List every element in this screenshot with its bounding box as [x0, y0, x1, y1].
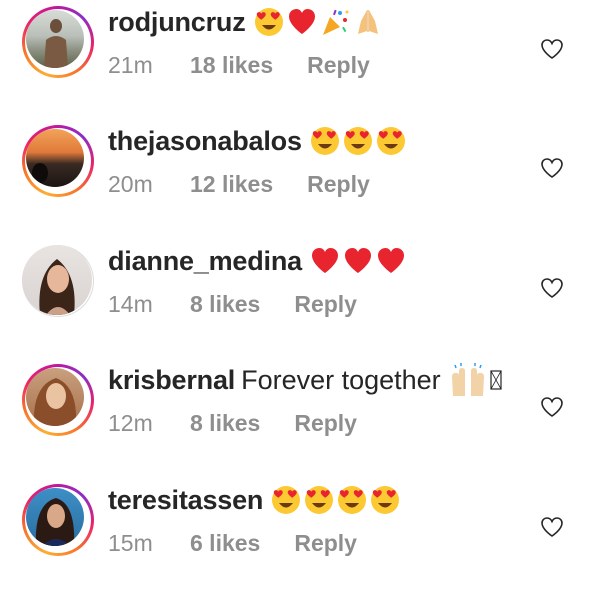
comment-meta: 15m 6 likes Reply	[108, 528, 357, 558]
avatar[interactable]	[22, 125, 94, 197]
heart-outline-icon[interactable]	[540, 516, 564, 538]
reply-button[interactable]: Reply	[294, 530, 357, 557]
likes-count[interactable]: 6 likes	[190, 530, 260, 557]
likes-count[interactable]: 8 likes	[190, 291, 260, 318]
comment-meta: 20m 12 likes Reply	[108, 169, 370, 199]
comment-item: krisbernal Forever together 12m 8 likes …	[0, 360, 600, 476]
heart-eyes-emoji-icon	[272, 486, 301, 514]
comment-line: rodjuncruz	[108, 2, 386, 42]
timestamp: 12m	[108, 409, 153, 436]
heart-eyes-emoji-icon	[310, 127, 339, 155]
reply-button[interactable]: Reply	[307, 171, 370, 198]
heart-eyes-emoji-icon	[371, 486, 400, 514]
emoji-group	[449, 363, 505, 397]
username[interactable]: dianne_medina	[108, 246, 302, 277]
raising-hands-emoji-icon	[451, 363, 484, 396]
reply-button[interactable]: Reply	[307, 52, 370, 79]
comment-item: rodjuncruz 21m 18 likes Reply	[0, 2, 600, 118]
comment-item: teresitassen 15m 6 likes Reply	[0, 480, 600, 596]
heart-outline-icon[interactable]	[540, 38, 564, 60]
reply-button[interactable]: Reply	[294, 410, 357, 437]
heart-outline-icon[interactable]	[540, 277, 564, 299]
likes-count[interactable]: 12 likes	[190, 171, 273, 198]
timestamp: 21m	[108, 51, 153, 78]
username[interactable]: thejasonabalos	[108, 126, 302, 157]
emoji-group	[254, 7, 386, 37]
comment-meta: 12m 8 likes Reply	[108, 408, 357, 438]
folded-hands-emoji-icon	[357, 10, 378, 34]
likes-count[interactable]: 18 likes	[190, 52, 273, 79]
username[interactable]: krisbernal	[108, 365, 235, 396]
comment-meta: 21m 18 likes Reply	[108, 50, 370, 80]
timestamp: 14m	[108, 290, 153, 317]
party-popper-emoji-icon	[322, 9, 348, 35]
reply-button[interactable]: Reply	[294, 291, 357, 318]
comment-line: krisbernal Forever together	[108, 360, 505, 400]
heart-eyes-emoji-icon	[254, 8, 283, 36]
emoji-group	[310, 126, 409, 156]
username[interactable]: teresitassen	[108, 485, 263, 516]
emoji-group	[310, 246, 409, 276]
red-heart-emoji-icon	[288, 9, 315, 34]
comment-line: teresitassen	[108, 480, 403, 520]
comment-meta: 14m 8 likes Reply	[108, 289, 357, 319]
red-heart-emoji-icon	[344, 248, 371, 273]
heart-eyes-emoji-icon	[305, 486, 334, 514]
heart-eyes-emoji-icon	[376, 127, 405, 155]
likes-count[interactable]: 8 likes	[190, 410, 260, 437]
comment-text: Forever together	[241, 364, 441, 395]
heart-outline-icon[interactable]	[540, 396, 564, 418]
comment-line: dianne_medina	[108, 241, 409, 281]
avatar[interactable]	[22, 245, 94, 317]
comment-line: thejasonabalos	[108, 121, 409, 161]
avatar[interactable]	[22, 484, 94, 556]
heart-outline-icon[interactable]	[540, 157, 564, 179]
username[interactable]: rodjuncruz	[108, 7, 246, 38]
timestamp: 20m	[108, 170, 153, 197]
heart-eyes-emoji-icon	[338, 486, 367, 514]
heart-eyes-emoji-icon	[343, 127, 372, 155]
comment-item: thejasonabalos 20m 12 likes Reply	[0, 121, 600, 237]
missing-glyph-icon	[490, 370, 502, 390]
avatar[interactable]	[22, 6, 94, 78]
comment-item: dianne_medina 14m 8 likes Reply	[0, 241, 600, 357]
avatar[interactable]	[22, 364, 94, 436]
timestamp: 15m	[108, 529, 153, 556]
emoji-group	[271, 485, 403, 515]
red-heart-emoji-icon	[377, 248, 404, 273]
red-heart-emoji-icon	[311, 248, 338, 273]
